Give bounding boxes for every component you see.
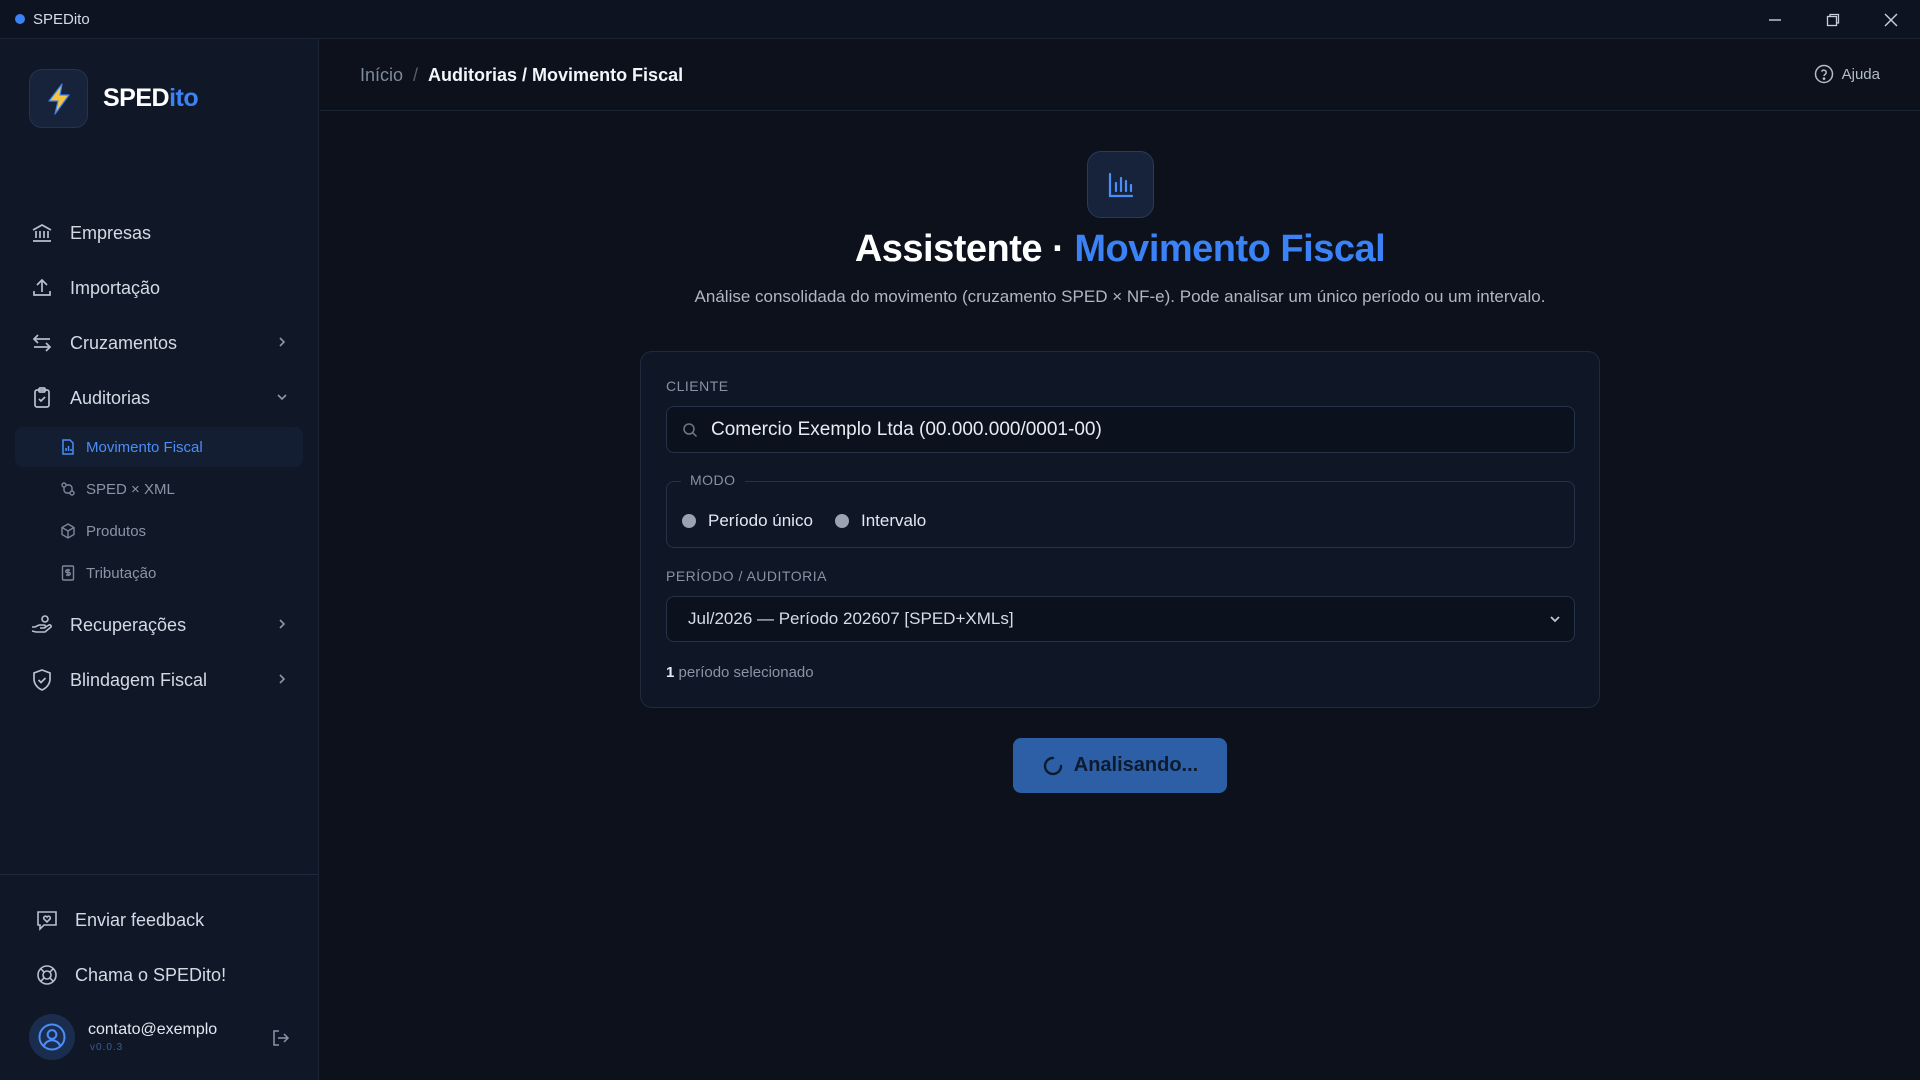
sidebar-item-recuperacoes[interactable]: Recuperações — [29, 605, 289, 645]
file-chart-icon — [60, 439, 76, 455]
period-select[interactable]: Jul/2026 — Período 202607 [SPED+XMLs] — [666, 596, 1575, 642]
sidebar-item-label: Cruzamentos — [70, 332, 178, 353]
sidebar-subitem-label: SPED × XML — [86, 480, 175, 498]
user-email: contato@exemplo — [88, 1021, 218, 1038]
mode-label: MODO — [681, 472, 745, 488]
radio-intervalo[interactable]: Intervalo — [835, 511, 926, 531]
sidebar-item-label: Importação — [70, 277, 161, 298]
period-label: PERÍODO / AUDITORIA — [666, 568, 827, 584]
bar-chart-icon — [1087, 151, 1154, 218]
breadcrumb-separator: / — [413, 65, 419, 85]
sidebar-item-label: Recuperações — [70, 614, 187, 635]
sidebar-subitem-sped-xml[interactable]: SPED × XML — [15, 469, 303, 509]
sidebar-subitem-movimento-fiscal[interactable]: Movimento Fiscal — [15, 427, 303, 467]
lifebuoy-icon — [34, 962, 60, 988]
support-button[interactable]: Chama o SPEDito! — [34, 962, 226, 988]
restore-button[interactable] — [1804, 0, 1862, 39]
analyze-button[interactable]: Analisando... — [1013, 738, 1227, 793]
send-feedback-label: Enviar feedback — [75, 909, 205, 930]
sidebar-item-importacao[interactable]: Importação — [29, 268, 289, 308]
user-circle-icon — [38, 1023, 66, 1051]
avatar[interactable] — [29, 1014, 75, 1060]
chevron-right-icon — [279, 619, 286, 629]
chevron-right-icon — [279, 674, 286, 684]
mode-group: MODO Período único Intervalo — [666, 472, 1575, 548]
radio-periodo-unico[interactable]: Período único — [682, 511, 813, 531]
period-select-value: Jul/2026 — Período 202607 [SPED+XMLs] — [688, 609, 1014, 628]
page-subtitle: Análise consolidada do movimento (cruzam… — [694, 287, 1546, 306]
search-icon — [682, 422, 698, 438]
lightning-bolt-icon — [29, 69, 88, 128]
radio-label: Período único — [708, 511, 813, 530]
spinner-icon — [1042, 755, 1064, 777]
radio-label: Intervalo — [861, 511, 927, 530]
upload-icon — [29, 275, 55, 301]
chevron-down-icon — [277, 394, 287, 401]
sidebar-subitem-label: Tributação — [86, 564, 157, 582]
support-label: Chama o SPEDito! — [75, 964, 227, 985]
send-feedback-button[interactable]: Enviar feedback — [34, 907, 204, 933]
sidebar-item-cruzamentos[interactable]: Cruzamentos — [29, 323, 289, 363]
minimize-icon — [1769, 18, 1781, 21]
sidebar-item-label: Auditorias — [70, 387, 151, 408]
sidebar-item-empresas[interactable]: Empresas — [29, 213, 289, 253]
selected-count: 1 período selecionado — [666, 664, 814, 681]
clipboard-check-icon — [29, 385, 55, 411]
sidebar-subitem-label: Movimento Fiscal — [86, 438, 203, 456]
app-dot-icon — [15, 14, 25, 24]
breadcrumb-current: Auditorias / Movimento Fiscal — [428, 65, 684, 85]
breadcrumb-home[interactable]: Início — [360, 65, 403, 86]
window-title: SPEDito — [33, 10, 90, 28]
window-controls — [1746, 0, 1920, 39]
close-button[interactable] — [1862, 0, 1920, 39]
sidebar-subitem-label: Produtos — [86, 522, 147, 540]
sidebar: SPEDito Empresas Importação Cruzamentos … — [0, 39, 319, 1080]
chevron-right-icon — [279, 337, 286, 347]
top-bar: Início / Auditorias / Movimento Fiscal A… — [320, 39, 1920, 111]
minimize-button[interactable] — [1746, 0, 1804, 39]
breadcrumb: Início / Auditorias / Movimento Fiscal — [360, 65, 683, 86]
client-label: CLIENTE — [666, 378, 729, 394]
sidebar-item-blindagem-fiscal[interactable]: Blindagem Fiscal — [29, 660, 289, 700]
shield-check-icon — [29, 667, 55, 693]
client-search-value: Comercio Exemplo Ltda (00.000.000/0001-0… — [711, 418, 1102, 440]
sidebar-divider — [0, 874, 319, 875]
brand-name: SPEDito — [103, 84, 199, 112]
radio-bullet — [835, 514, 849, 528]
hand-coins-icon — [29, 612, 55, 638]
message-heart-icon — [34, 907, 60, 933]
title-bar: SPEDito — [0, 0, 1920, 39]
bank-icon — [29, 220, 55, 246]
chevron-down-icon — [1548, 612, 1562, 626]
sidebar-subitem-tributacao[interactable]: Tributação — [15, 553, 303, 593]
help-label: Ajuda — [1841, 65, 1880, 83]
package-icon — [60, 523, 76, 539]
arrows-exchange-icon — [29, 330, 55, 356]
user-profile: contato@exemplo v0.0.3 — [29, 1014, 291, 1062]
sidebar-item-label: Empresas — [70, 222, 152, 243]
help-button[interactable]: Ajuda — [1814, 64, 1880, 84]
help-circle-icon — [1814, 64, 1833, 84]
receipt-icon — [60, 565, 76, 581]
git-compare-icon — [60, 481, 76, 497]
form-card: CLIENTE Comercio Exemplo Ltda (00.000.00… — [640, 351, 1600, 708]
restore-icon — [1826, 13, 1840, 26]
page-title: Assistente · Movimento Fiscal — [854, 228, 1386, 270]
radio-bullet — [682, 514, 696, 528]
close-icon — [1884, 13, 1898, 26]
sidebar-item-label: Blindagem Fiscal — [70, 669, 208, 690]
client-search-input[interactable]: Comercio Exemplo Ltda (00.000.000/0001-0… — [666, 406, 1575, 453]
sidebar-subitem-produtos[interactable]: Produtos — [15, 511, 303, 551]
analyze-button-label: Analisando... — [1073, 754, 1199, 776]
brand[interactable]: SPEDito — [29, 69, 199, 128]
sidebar-item-auditorias[interactable]: Auditorias — [29, 378, 289, 418]
app-version: v0.0.3 — [90, 1042, 124, 1053]
logout-icon[interactable] — [271, 1028, 291, 1048]
